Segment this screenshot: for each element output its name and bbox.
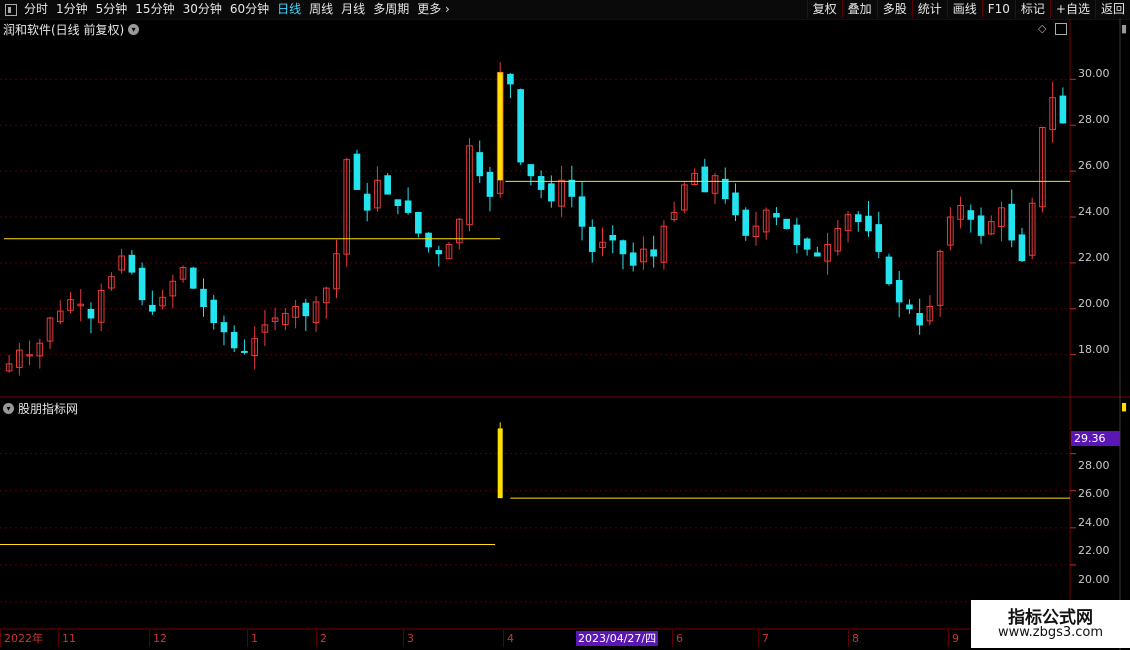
candle-body bbox=[200, 288, 207, 308]
y-tick: 24.00 bbox=[1078, 516, 1110, 529]
candle-body bbox=[619, 240, 627, 255]
candle-body bbox=[128, 254, 136, 273]
candle-body bbox=[578, 196, 586, 227]
candle-body bbox=[138, 267, 146, 301]
candle-body bbox=[1018, 234, 1026, 262]
candle-body bbox=[783, 218, 790, 229]
candle-body bbox=[803, 238, 811, 250]
candle-body bbox=[854, 214, 862, 223]
candle-body bbox=[210, 299, 218, 324]
candle-body bbox=[476, 152, 484, 177]
y-tick: 28.00 bbox=[1078, 113, 1110, 126]
watermark: 指标公式网 www.zbgs3.com bbox=[971, 600, 1130, 648]
watermark-url: www.zbgs3.com bbox=[997, 625, 1104, 640]
x-tick: 8 bbox=[848, 630, 859, 647]
candle-body bbox=[425, 232, 432, 248]
candle-body bbox=[527, 164, 535, 177]
candle-body bbox=[486, 171, 494, 197]
candle-body bbox=[650, 249, 657, 257]
x-tick: 4 bbox=[503, 630, 514, 647]
candle-body bbox=[230, 331, 238, 349]
candle-body bbox=[629, 252, 637, 266]
candle-body bbox=[742, 209, 750, 236]
x-tick: 3 bbox=[403, 630, 414, 647]
candle-body bbox=[773, 213, 780, 218]
y-tick: 28.00 bbox=[1078, 459, 1110, 472]
x-tick: 1 bbox=[247, 630, 258, 647]
candle-body bbox=[415, 211, 422, 234]
candle-body bbox=[241, 350, 248, 353]
candle-body bbox=[548, 183, 555, 202]
edge-glyph: ▮ bbox=[1121, 22, 1128, 35]
y-tick: 22.00 bbox=[1078, 251, 1110, 264]
candle-body bbox=[977, 215, 985, 236]
candle-body bbox=[588, 226, 596, 252]
candle-body bbox=[394, 199, 402, 207]
x-tick: 6 bbox=[672, 630, 683, 647]
candle-body bbox=[721, 178, 729, 200]
y-tick: 22.00 bbox=[1078, 544, 1110, 557]
candle-body bbox=[507, 73, 514, 85]
candle-body bbox=[404, 200, 412, 213]
x-tick: 12 bbox=[149, 630, 167, 647]
y-tick: 26.00 bbox=[1078, 487, 1110, 500]
y-tick: 24.00 bbox=[1078, 205, 1110, 218]
x-tick: 2022年 bbox=[0, 630, 43, 647]
candle-body bbox=[435, 250, 443, 255]
x-tick: 7 bbox=[758, 630, 769, 647]
candle-body bbox=[609, 234, 617, 241]
x-tick: 11 bbox=[58, 630, 76, 647]
candle-body bbox=[149, 304, 156, 312]
x-tick: 9 bbox=[948, 630, 959, 647]
candle-body bbox=[189, 267, 197, 289]
candle-body bbox=[895, 279, 903, 303]
candle-body bbox=[302, 302, 310, 317]
y-tick: 20.00 bbox=[1078, 297, 1110, 310]
candle-body bbox=[353, 153, 361, 190]
candlestick-chart[interactable] bbox=[0, 0, 1130, 650]
candle-body bbox=[875, 224, 883, 252]
indicator-spike bbox=[497, 428, 503, 499]
candle-body bbox=[384, 175, 391, 195]
candle-body bbox=[87, 308, 95, 319]
candle-body bbox=[1008, 203, 1016, 241]
current-price-tag: 29.36 bbox=[1071, 431, 1120, 446]
candle-body bbox=[793, 224, 801, 246]
candle-body bbox=[885, 256, 893, 285]
y-tick: 30.00 bbox=[1078, 67, 1110, 80]
candle-body bbox=[906, 304, 913, 310]
candle-body bbox=[1059, 95, 1067, 124]
candle-body bbox=[732, 192, 739, 216]
signal-bar bbox=[497, 72, 503, 181]
candle-body bbox=[701, 166, 709, 193]
candle-body bbox=[967, 210, 975, 220]
edge-glyph: ▮ bbox=[1121, 400, 1128, 413]
y-tick: 20.00 bbox=[1078, 573, 1110, 586]
y-tick: 26.00 bbox=[1078, 159, 1110, 172]
candle-body bbox=[363, 193, 371, 211]
y-tick: 18.00 bbox=[1078, 343, 1110, 356]
candle-body bbox=[220, 322, 228, 333]
candle-body bbox=[814, 252, 821, 257]
candle-body bbox=[568, 179, 576, 197]
candle-body bbox=[916, 312, 923, 326]
candle-body bbox=[517, 89, 524, 163]
candle-body bbox=[865, 215, 872, 232]
cursor-date-label: 2023/04/27/四 bbox=[576, 631, 659, 646]
candle-body bbox=[537, 176, 545, 190]
x-tick: 2 bbox=[316, 630, 327, 647]
